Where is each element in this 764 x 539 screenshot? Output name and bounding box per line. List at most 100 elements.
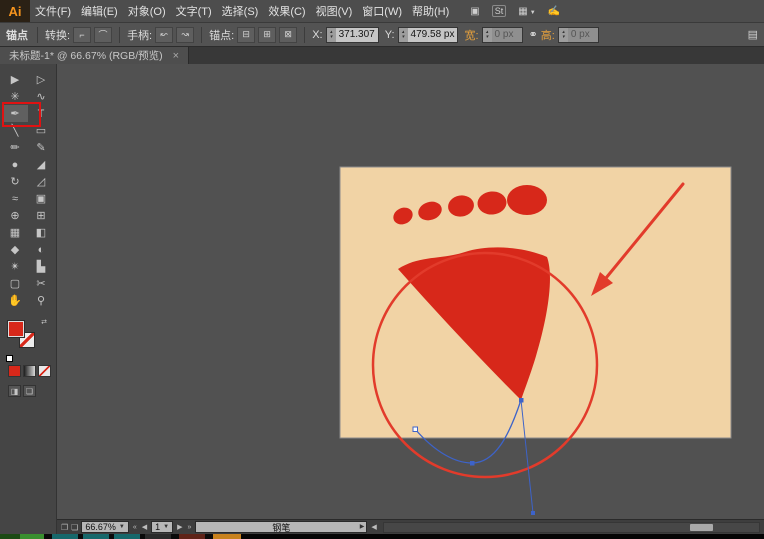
eyedropper-tool[interactable]: ◆ [2,241,28,258]
stepper-icon[interactable]: ▴ ▾ [482,27,492,42]
lasso-tool[interactable]: ∿ [28,88,54,105]
none-button[interactable] [38,365,51,377]
taskbar-item[interactable] [213,534,241,539]
anchor-point[interactable] [470,461,475,466]
menu-item[interactable]: 编辑(E) [76,0,123,22]
blob-brush-tool[interactable]: ● [2,156,28,173]
status-tool-field[interactable]: 钢笔 ▶ [195,521,368,533]
column-graph-tool[interactable]: ▙ [28,258,54,275]
default-colors-icon[interactable] [6,355,13,362]
width-tool[interactable]: ≈ [2,190,28,207]
blend-tool[interactable]: ◐ [28,241,54,258]
taskbar-item[interactable] [205,534,213,539]
stock-badge[interactable]: St [491,5,507,17]
horizontal-scrollbar[interactable] [382,521,760,533]
taskbar-item[interactable] [171,534,179,539]
taskbar-item[interactable] [114,534,140,539]
artboard-tool[interactable]: ▢ [2,275,28,292]
menu-item[interactable]: 视图(V) [311,0,358,22]
status-window-icon[interactable]: ❐ [61,523,68,532]
symbol-sprayer-tool[interactable]: ✴ [2,258,28,275]
menu-item[interactable]: 帮助(H) [407,0,454,22]
taskbar-item[interactable] [52,534,78,539]
eraser-tool[interactable]: ◢ [28,156,54,173]
convert-to-smooth-button[interactable]: ⌒ [94,26,113,43]
taskbar-item[interactable] [241,534,764,539]
menu-item[interactable]: 选择(S) [217,0,264,22]
zoom-field[interactable]: 66.67% ▼ [81,521,129,533]
x-coordinate-input[interactable]: ▴ ▾ 371.307 [325,26,379,43]
menu-item[interactable]: 效果(C) [263,0,310,22]
swap-colors-icon[interactable]: ⇄ [41,318,47,326]
anchor-point[interactable] [519,398,524,403]
anchor-point[interactable] [412,426,418,432]
gradient-tool[interactable]: ◧ [28,224,54,241]
paintbrush-tool[interactable]: ✏ [2,139,28,156]
remove-anchor-button[interactable]: ⊟ [237,26,256,43]
fill-color-swatch[interactable] [8,321,24,337]
taskbar-item[interactable] [145,534,171,539]
slice-tool[interactable]: ✂ [28,275,54,292]
type-tool[interactable]: T [28,105,54,122]
width-input[interactable]: ▴ ▾ 0 px [481,26,523,43]
hide-handles-button[interactable]: ↝ [176,26,195,43]
panel-menu-icon[interactable]: ▤ [748,28,758,41]
signature-icon[interactable]: ✍ [548,6,560,17]
menu-item[interactable]: 对象(O) [123,0,171,22]
taskbar-item[interactable] [44,534,52,539]
perspective-grid-tool[interactable]: ⊞ [28,207,54,224]
gradient-button[interactable] [23,365,36,377]
zoom-tool[interactable]: ⚲ [28,292,54,309]
stepper-icon[interactable]: ▴ ▾ [398,27,408,42]
convert-to-corner-button[interactable]: ⌐ [73,26,92,43]
screen-mode-button[interactable]: ❏ [23,385,36,397]
stepper-icon[interactable]: ▴ ▾ [558,27,568,42]
show-handles-button[interactable]: ↜ [155,26,174,43]
artwork-canvas[interactable] [57,64,764,534]
next-artboard-button[interactable]: ▶ [176,523,183,531]
shape-builder-tool[interactable]: ⊕ [2,207,28,224]
artboard-field[interactable]: 1 ▼ [151,521,174,533]
hand-tool[interactable]: ✋ [2,292,28,309]
first-artboard-button[interactable]: « [132,524,138,531]
taskbar-item[interactable] [20,534,44,539]
taskbar-item[interactable] [83,534,109,539]
line-segment-tool[interactable]: ╲ [2,122,28,139]
direct-selection-tool[interactable]: ▷ [28,71,54,88]
stepper-icon[interactable]: ▴ ▾ [326,27,336,42]
windows-taskbar[interactable] [0,534,764,539]
workspace-switcher[interactable]: ▦ ▼ [518,6,535,17]
constrain-proportions-icon[interactable]: ⚭ [529,28,538,41]
rotate-tool[interactable]: ↻ [2,173,28,190]
scale-tool[interactable]: ◿ [28,173,54,190]
pen-tool[interactable]: ✒ [2,105,28,122]
menu-item[interactable]: 文字(T) [171,0,217,22]
free-transform-tool[interactable]: ▣ [28,190,54,207]
tab-close-icon[interactable]: × [173,50,179,62]
height-input[interactable]: ▴ ▾ 0 px [557,26,599,43]
scroll-left-button[interactable]: ◀ [370,523,377,531]
taskbar-item[interactable] [0,534,20,539]
color-button[interactable] [8,365,21,377]
canvas[interactable]: ❐ ❏ 66.67% ▼ « ◀ 1 ▼ ▶ » 钢笔 ▶ ◀ [57,64,764,534]
pencil-tool[interactable]: ✎ [28,139,54,156]
menu-item[interactable]: 窗口(W) [357,0,407,22]
cut-path-button[interactable]: ⊠ [279,26,298,43]
y-coordinate-input[interactable]: ▴ ▾ 479.58 px [397,26,459,43]
selection-tool[interactable]: ▶ [2,71,28,88]
handle-endpoint[interactable] [531,511,535,515]
add-anchor-button[interactable]: ⊞ [258,26,277,43]
prev-artboard-button[interactable]: ◀ [141,523,148,531]
mesh-tool[interactable]: ▦ [2,224,28,241]
status-window-icon-2[interactable]: ❏ [71,523,78,532]
magic-wand-tool[interactable]: ✳ [2,88,28,105]
document-tab[interactable]: 未标题-1* @ 66.67% (RGB/预览) × [0,47,190,64]
last-artboard-button[interactable]: » [186,524,192,531]
scrollbar-thumb[interactable] [690,523,713,531]
layout-grid-icon[interactable]: ▣ [470,6,479,17]
taskbar-item[interactable] [179,534,205,539]
draw-mode-button[interactable]: ◨ [8,385,21,397]
rectangle-tool[interactable]: ▭ [28,122,54,139]
menu-item[interactable]: 文件(F) [30,0,76,22]
app-logo[interactable]: Ai [0,0,30,22]
